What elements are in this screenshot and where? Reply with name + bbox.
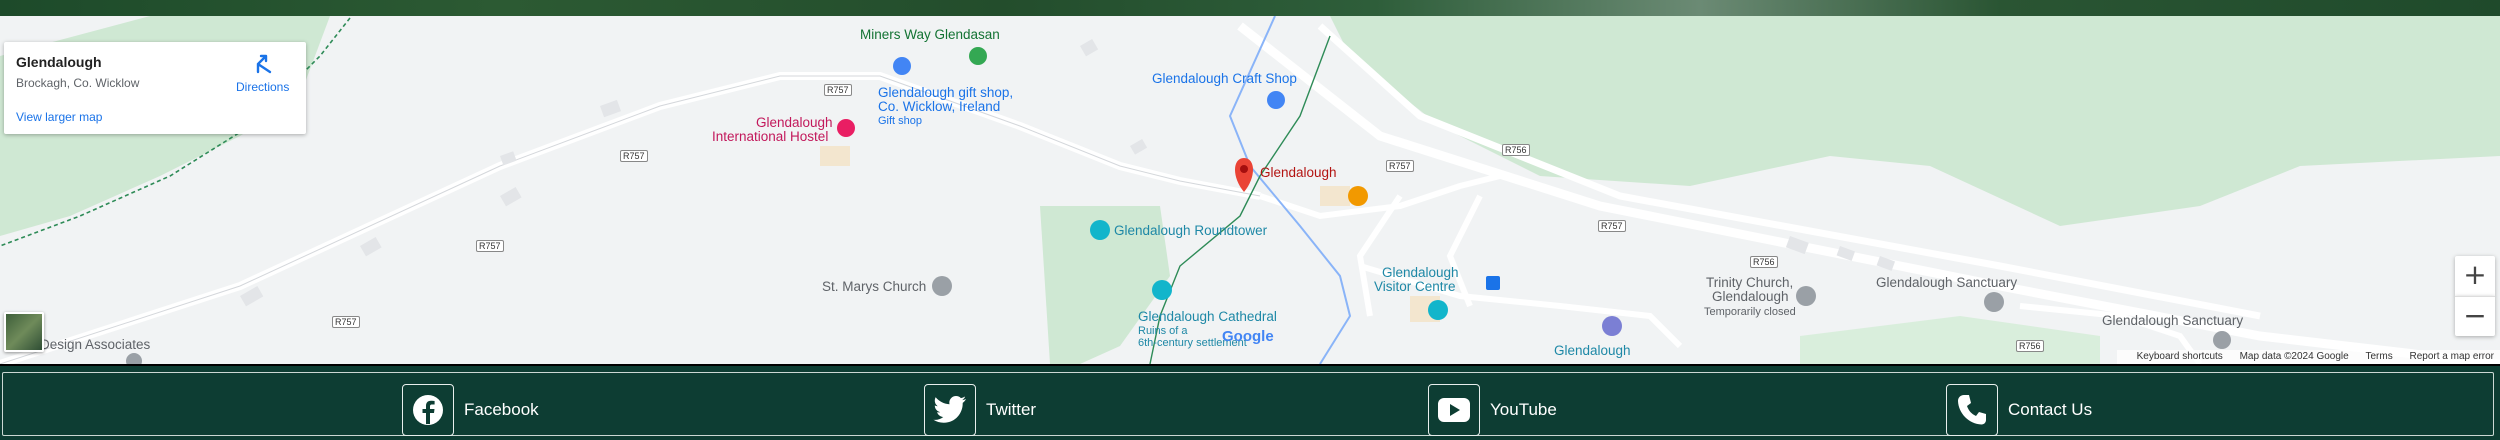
zoom-out-button[interactable]: − [2455,296,2495,336]
map-layer-toggle[interactable] [4,312,44,352]
place-name: Glendalough [16,54,102,70]
poi-design-associates[interactable]: Design Associates [40,338,150,352]
place-info-card: Glendalough Brockagh, Co. Wicklow View l… [4,42,306,134]
poi-gift-shop-line2[interactable]: Co. Wicklow, Ireland [878,100,1000,114]
footer-social-bar: Facebook Twitter YouTube Contact Us [0,364,2500,440]
twitter-icon [933,396,966,423]
forest-area-right [1330,16,2500,226]
directions-button[interactable]: Directions [236,80,289,94]
road-shield-r757: R757 [824,84,852,96]
location-pin-icon [1235,158,1253,192]
church-icon [932,276,952,296]
road-shield-r756: R756 [2016,340,2044,352]
poi-visitor-line1[interactable]: Glendalough [1382,266,1459,280]
craft-shop-icon [1267,91,1285,109]
map-data-text: Map data ©2024 Google [2239,351,2349,362]
facebook-icon [413,395,443,425]
poi-sanctuary-1[interactable]: Glendalough Sanctuary [1876,276,2017,290]
poi-craft-shop[interactable]: Glendalough Craft Shop [1152,72,1297,86]
hostel-icon [837,119,855,137]
phone-icon [1958,395,1986,425]
design-associates-icon [126,353,142,364]
road-shield-r757: R757 [1386,160,1414,172]
poi-gift-shop-line1[interactable]: Glendalough gift shop, [878,86,1013,100]
sanctuary-icon-1 [1984,292,2004,312]
poi-sanctuary-2[interactable]: Glendalough Sanctuary [2102,314,2243,328]
terms-link[interactable]: Terms [2366,351,2393,362]
header-banner-strip [0,0,2500,16]
view-larger-map-link[interactable]: View larger map [16,110,102,124]
miners-way-icon [969,47,987,65]
zoom-in-button[interactable]: + [2455,256,2495,296]
restaurant-icon [1348,186,1368,206]
keyboard-shortcuts-link[interactable]: Keyboard shortcuts [2137,351,2223,362]
road-shield-r757: R757 [476,240,504,252]
youtube-icon-box[interactable] [1428,384,1480,436]
local-road-1 [1259,173,1501,220]
cathedral-icon [1152,280,1172,300]
road-shield-r756: R756 [1750,256,1778,268]
trinity-church-icon [1796,286,1816,306]
poi-visitor-line2[interactable]: Visitor Centre [1374,280,1456,294]
gift-shop-icon [893,57,911,75]
poi-roundtower[interactable]: Glendalough Roundtower [1114,224,1267,238]
map-attribution: Keyboard shortcuts Map data ©2024 Google… [2116,350,2500,364]
youtube-link[interactable]: YouTube [1428,384,1557,436]
poi-gift-shop-sub: Gift shop [878,115,923,127]
road-shield-r756: R756 [1502,144,1530,156]
sanctuary-icon-2 [2213,331,2231,349]
google-logo: Google [1222,328,1274,345]
poi-hostel-line1[interactable]: Glendalough [756,116,833,130]
poi-cathedral[interactable]: Glendalough Cathedral [1138,310,1277,324]
contact-us-label[interactable]: Contact Us [2008,400,2092,420]
place-address: Brockagh, Co. Wicklow [16,76,140,90]
visitor-centre-icon [1428,300,1448,320]
road-shield-r757: R757 [1598,220,1626,232]
facebook-icon-box[interactable] [402,384,454,436]
twitter-label[interactable]: Twitter [986,400,1036,420]
poi-hostel-line2[interactable]: International Hostel [712,130,828,144]
poi-bottom-glendalough[interactable]: Glendalough [1554,344,1631,358]
facebook-link[interactable]: Facebook [402,384,539,436]
twitter-link[interactable]: Twitter [924,384,1036,436]
directions-icon[interactable] [252,52,276,76]
facebook-label[interactable]: Facebook [464,400,539,420]
footer-inner-border [2,372,2494,436]
poi-st-marys[interactable]: St. Marys Church [822,280,926,294]
poi-trinity-line1[interactable]: Trinity Church, [1706,276,1793,290]
poi-trinity-line2[interactable]: Glendalough [1712,290,1789,304]
poi-trinity-sub: Temporarily closed [1704,306,1796,318]
youtube-label[interactable]: YouTube [1490,400,1557,420]
road-shield-r757: R757 [620,150,648,162]
local-road-3 [1356,194,1403,317]
twitter-icon-box[interactable] [924,384,976,436]
phone-icon-box[interactable] [1946,384,1998,436]
poi-miners-way[interactable]: Miners Way Glendasan [860,28,1000,42]
poi-glendalough-pin[interactable]: Glendalough [1260,166,1337,180]
contact-us-link[interactable]: Contact Us [1946,384,2092,436]
parking-icon [1602,316,1622,336]
youtube-icon [1438,398,1470,422]
bus-stop-icon [1486,276,1500,290]
report-error-link[interactable]: Report a map error [2410,351,2494,362]
google-logo-text: Google [1222,328,1274,345]
road-shield-r757: R757 [332,316,360,328]
roundtower-icon [1090,220,1110,240]
woodland-bottom-right [1800,316,2100,364]
embedded-map[interactable]: Miners Way Glendasan Glendalough Craft S… [0,16,2500,364]
